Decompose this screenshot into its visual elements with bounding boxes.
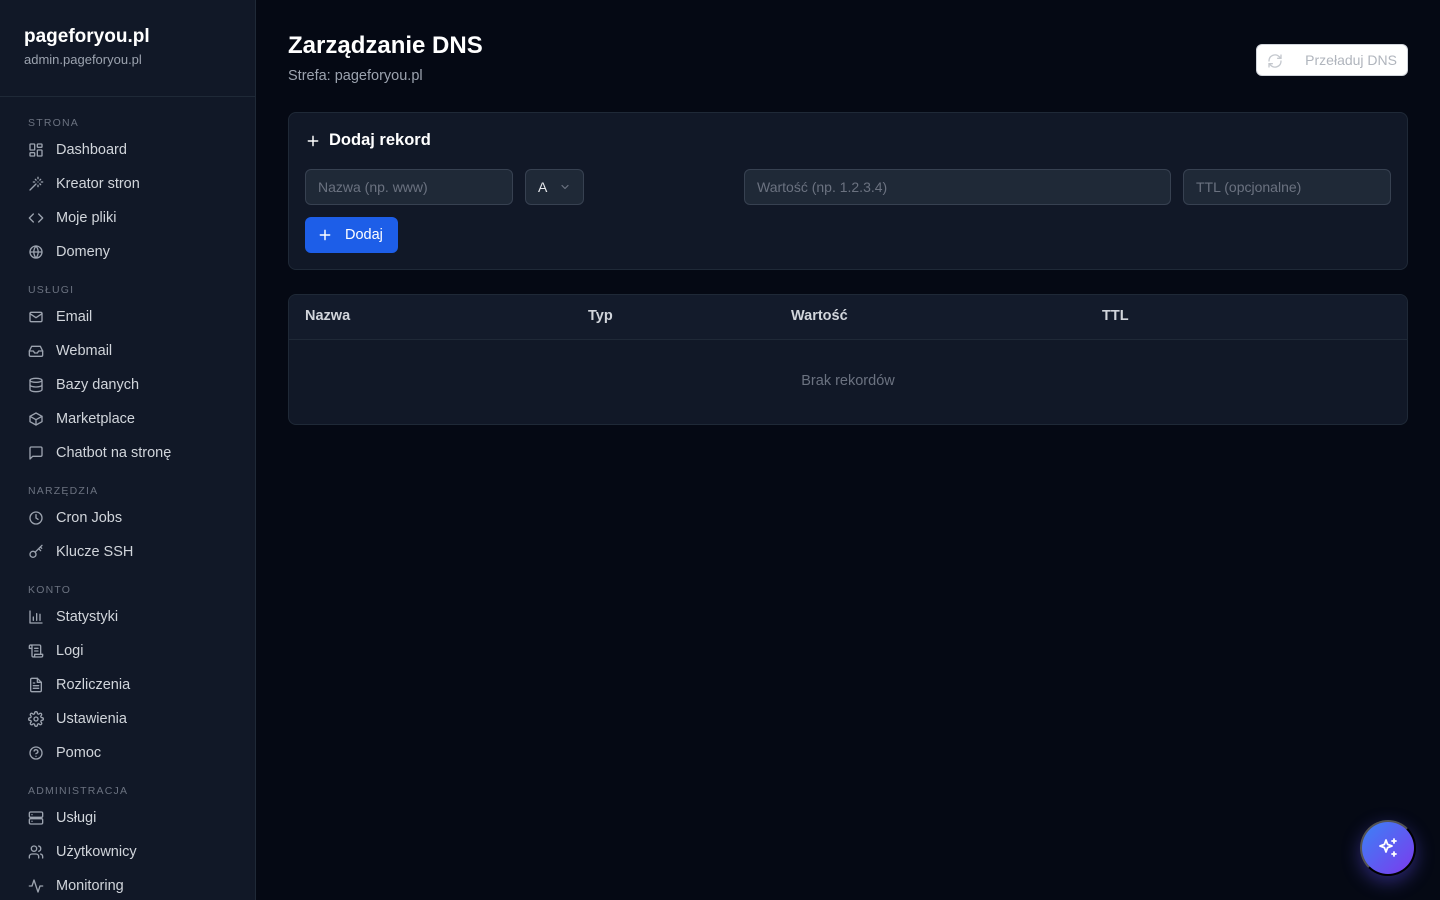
bar-chart-icon bbox=[29, 610, 43, 624]
help-circle-icon bbox=[29, 746, 43, 760]
sidebar-item-pomoc[interactable]: Pomoc bbox=[0, 736, 255, 770]
globe-icon bbox=[29, 245, 43, 259]
sidebar-item-dashboard[interactable]: Dashboard bbox=[0, 133, 255, 167]
zone-subtitle: Strefa: pageforyou.pl bbox=[288, 68, 423, 84]
column-header-ttl[interactable]: TTL bbox=[1102, 308, 1129, 324]
add-record-button[interactable]: Dodaj bbox=[305, 217, 398, 253]
sidebar-item-label: Rozliczenia bbox=[56, 677, 131, 693]
sidebar-item-label: Klucze SSH bbox=[56, 544, 134, 560]
nav-section-heading: USŁUGI bbox=[28, 284, 75, 296]
sidebar-item-label: Moje pliki bbox=[56, 210, 117, 226]
sidebar-item-monitoring[interactable]: Monitoring bbox=[0, 869, 255, 900]
nav-section-heading: KONTO bbox=[28, 584, 72, 596]
record-name-input[interactable] bbox=[305, 169, 513, 205]
record-value-input[interactable] bbox=[744, 169, 1171, 205]
add-record-button-label: Dodaj bbox=[345, 227, 383, 243]
empty-state-text: Brak rekordów bbox=[801, 373, 895, 389]
gear-icon bbox=[28, 711, 44, 727]
chevron-down-icon bbox=[561, 184, 569, 190]
mail-icon bbox=[29, 311, 43, 323]
sidebar-item-moje-pliki[interactable]: Moje pliki bbox=[0, 201, 255, 235]
clock-icon bbox=[29, 511, 43, 525]
nav-section-heading: STRONA bbox=[28, 117, 79, 129]
add-record-card: Dodaj rekord A Dodaj bbox=[288, 112, 1408, 270]
sidebar-item-domeny[interactable]: Domeny bbox=[0, 235, 255, 269]
users-icon bbox=[28, 845, 44, 859]
column-header-name[interactable]: Nazwa bbox=[305, 308, 350, 324]
sidebar-item-kreator-stron[interactable]: Kreator stron bbox=[0, 167, 255, 201]
sidebar-item-logi[interactable]: Logi bbox=[0, 634, 255, 668]
grid-icon bbox=[29, 143, 43, 157]
sidebar-item-label: Bazy danych bbox=[56, 377, 140, 393]
sidebar: pageforyou.pl admin.pageforyou.pl STRONA… bbox=[0, 0, 256, 900]
sidebar-item-label: Kreator stron bbox=[56, 176, 140, 192]
record-ttl-input[interactable] bbox=[1183, 169, 1391, 205]
add-record-title: Dodaj rekord bbox=[305, 131, 431, 150]
sidebar-item-rozliczenia[interactable]: Rozliczenia bbox=[0, 668, 255, 702]
record-type-select[interactable]: A bbox=[525, 169, 584, 205]
column-header-type[interactable]: Typ bbox=[588, 308, 613, 324]
key-icon bbox=[29, 544, 43, 558]
magic-wand-icon bbox=[29, 176, 44, 191]
sidebar-item-label: Domeny bbox=[56, 244, 110, 260]
sidebar-item-uzytkownicy[interactable]: Użytkownicy bbox=[0, 835, 255, 869]
sidebar-item-label: Statystyki bbox=[56, 609, 119, 625]
server-icon bbox=[28, 811, 44, 825]
sparkles-icon bbox=[1379, 838, 1397, 857]
database-icon bbox=[29, 377, 43, 393]
sidebar-item-label: Pomoc bbox=[56, 745, 102, 761]
activity-icon bbox=[28, 879, 44, 893]
sidebar-item-label: Marketplace bbox=[56, 411, 135, 427]
reload-dns-label: Przeładuj DNS bbox=[1305, 52, 1397, 68]
inbox-icon bbox=[28, 345, 44, 357]
nav-section-heading: ADMINISTRACJA bbox=[28, 785, 129, 797]
plus-icon bbox=[307, 135, 319, 146]
sidebar-item-label: Logi bbox=[56, 643, 84, 659]
sidebar-item-label: Monitoring bbox=[56, 878, 124, 894]
sidebar-item-marketplace[interactable]: Marketplace bbox=[0, 402, 255, 436]
package-icon bbox=[29, 412, 43, 426]
sidebar-item-label: Dashboard bbox=[56, 142, 127, 158]
table-header: Nazwa Typ Wartość TTL bbox=[289, 295, 1407, 340]
code-icon bbox=[28, 213, 44, 223]
sidebar-item-label: Webmail bbox=[56, 343, 113, 359]
sidebar-item-label: Ustawienia bbox=[56, 711, 127, 727]
sidebar-item-bazy-danych[interactable]: Bazy danych bbox=[0, 368, 255, 402]
sidebar-nav: STRONA Dashboard Kreator stron Moje pliki Do… bbox=[0, 97, 255, 900]
sidebar-item-label: Użytkownicy bbox=[56, 844, 137, 860]
main-content: Zarządzanie DNS Strefa: pageforyou.pl Pr… bbox=[256, 0, 1440, 900]
add-record-title-text: Dodaj rekord bbox=[329, 131, 431, 149]
dns-records-table: Nazwa Typ Wartość TTL Brak rekordów bbox=[288, 294, 1408, 425]
ai-assistant-button[interactable] bbox=[1360, 820, 1416, 876]
brand-subtitle: admin.pageforyou.pl bbox=[24, 52, 142, 67]
chat-icon bbox=[29, 446, 43, 460]
record-type-value: A bbox=[538, 179, 548, 195]
column-header-value[interactable]: Wartość bbox=[791, 308, 848, 324]
sidebar-item-uslugi[interactable]: Usługi bbox=[0, 801, 255, 835]
file-text-icon bbox=[30, 677, 42, 693]
sidebar-item-email[interactable]: Email bbox=[0, 300, 255, 334]
sidebar-item-label: Usługi bbox=[56, 810, 97, 826]
nav-section-heading: NARZĘDZIA bbox=[28, 485, 99, 497]
refresh-icon bbox=[1268, 54, 1282, 68]
sidebar-item-cron-jobs[interactable]: Cron Jobs bbox=[0, 501, 255, 535]
sidebar-item-chatbot-na-strone[interactable]: Chatbot na stronę bbox=[0, 436, 255, 470]
brand: pageforyou.pl admin.pageforyou.pl bbox=[0, 0, 255, 97]
brand-title[interactable]: pageforyou.pl bbox=[24, 24, 231, 50]
plus-icon bbox=[319, 229, 331, 241]
sidebar-item-label: Cron Jobs bbox=[56, 510, 123, 526]
page-title: Zarządzanie DNS bbox=[288, 32, 483, 59]
sidebar-item-label: Chatbot na stronę bbox=[56, 445, 172, 461]
sidebar-item-ustawienia[interactable]: Ustawienia bbox=[0, 702, 255, 736]
sidebar-item-label: Email bbox=[56, 309, 93, 325]
sidebar-item-statystyki[interactable]: Statystyki bbox=[0, 600, 255, 634]
sidebar-item-webmail[interactable]: Webmail bbox=[0, 334, 255, 368]
sidebar-item-klucze-ssh[interactable]: Klucze SSH bbox=[0, 535, 255, 569]
reload-dns-button[interactable]: Przeładuj DNS bbox=[1256, 44, 1408, 76]
scroll-icon bbox=[28, 644, 44, 658]
